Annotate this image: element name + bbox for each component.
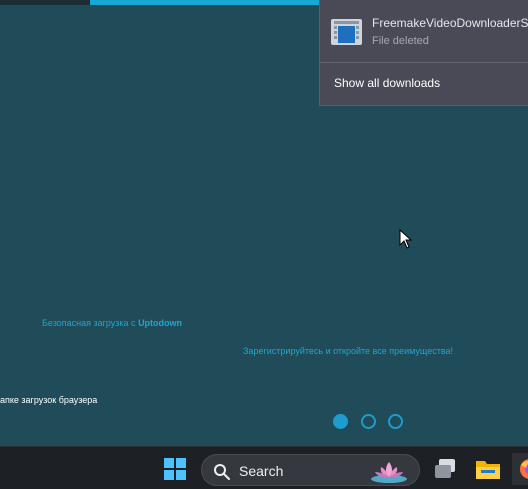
- secure-download-text: Безопасная загрузка с Uptodown: [42, 318, 182, 328]
- downloads-panel: FreemakeVideoDownloaderSe File deleted S…: [319, 0, 528, 106]
- browser-taskbar-button[interactable]: [512, 453, 528, 485]
- taskbar: Search: [0, 446, 528, 489]
- page-load-progress: [90, 0, 320, 5]
- download-file-name: FreemakeVideoDownloaderSe: [372, 16, 528, 30]
- carousel-dot-3[interactable]: [388, 414, 403, 429]
- carousel-dot-2[interactable]: [361, 414, 376, 429]
- screen: FreemakeVideoDownloaderSe File deleted S…: [0, 0, 528, 489]
- show-all-downloads-link[interactable]: Show all downloads: [334, 76, 440, 90]
- download-status: File deleted: [372, 35, 429, 47]
- file-explorer-icon[interactable]: [475, 457, 501, 481]
- register-promo-link[interactable]: Зарегистрируйтесь и откройте все преимущ…: [243, 346, 453, 356]
- search-icon: [214, 464, 230, 480]
- brand-name[interactable]: Uptodown: [138, 318, 182, 328]
- video-file-icon: [331, 19, 362, 45]
- search-label: Search: [239, 463, 284, 479]
- panel-divider: [320, 62, 528, 63]
- download-item[interactable]: FreemakeVideoDownloaderSe File deleted: [320, 0, 528, 62]
- mouse-pointer-icon: [399, 229, 413, 249]
- windows-start-icon[interactable]: [163, 457, 187, 481]
- carousel-dot-1[interactable]: [333, 414, 348, 429]
- task-view-icon[interactable]: [433, 457, 457, 481]
- secure-download-label: Безопасная загрузка с: [42, 318, 139, 328]
- lotus-highlight-icon: [371, 462, 407, 483]
- browser-downloads-hint: апке загрузок браузера: [0, 395, 98, 405]
- firefox-icon: [520, 459, 528, 479]
- taskbar-search-box[interactable]: Search: [201, 454, 420, 486]
